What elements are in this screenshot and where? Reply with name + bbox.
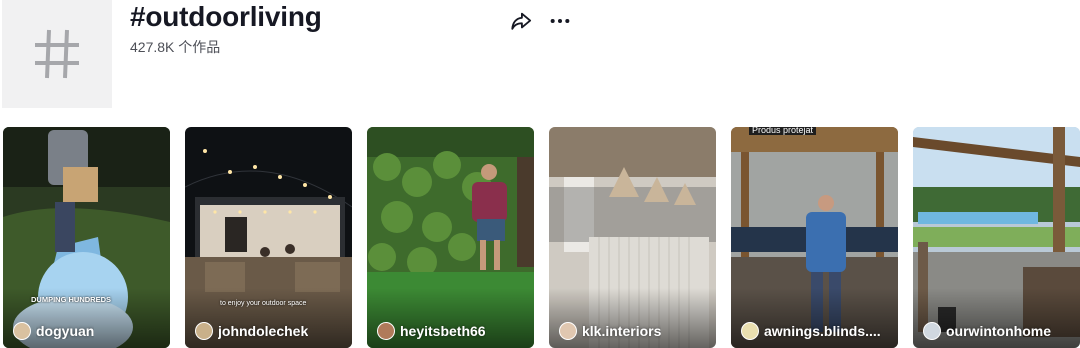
share-button[interactable]: [509, 9, 533, 33]
video-caption: Produs protejat: [749, 127, 817, 135]
username: heyitsbeth66: [400, 323, 486, 339]
username: ourwintonhome: [946, 323, 1051, 339]
avatar: [377, 322, 395, 340]
video-card-3[interactable]: heyitsbeth66: [367, 127, 534, 348]
video-card-6[interactable]: ourwintonhome: [913, 127, 1080, 348]
video-card-1[interactable]: DUMPING HUNDREDS dogyuan: [3, 127, 170, 348]
video-caption: to enjoy your outdoor space: [220, 300, 307, 307]
avatar: [195, 322, 213, 340]
video-author[interactable]: heyitsbeth66: [377, 322, 527, 340]
more-options-button[interactable]: [548, 9, 572, 33]
page-title: #outdoorliving: [130, 1, 322, 32]
video-card-5[interactable]: Produs protejat awnings.blinds....: [731, 127, 898, 348]
avatar: [559, 322, 577, 340]
video-author[interactable]: johndolechek: [195, 322, 345, 340]
avatar: [13, 322, 31, 340]
username: klk.interiors: [582, 323, 662, 339]
video-author[interactable]: dogyuan: [13, 322, 163, 340]
video-card-4[interactable]: klk.interiors: [549, 127, 716, 348]
hashtag-header: #outdoorliving 427.8K 个作品: [0, 0, 1080, 110]
username: dogyuan: [36, 323, 95, 339]
video-author[interactable]: ourwintonhome: [923, 322, 1073, 340]
username: johndolechek: [218, 323, 309, 339]
video-card-2[interactable]: to enjoy your outdoor space johndolechek: [185, 127, 352, 348]
more-horizontal-icon: [550, 18, 570, 24]
username: awnings.blinds....: [764, 323, 881, 339]
video-author[interactable]: awnings.blinds....: [741, 322, 891, 340]
hashtag-avatar: [2, 0, 112, 108]
video-count: 427.8K 个作品: [130, 39, 221, 55]
avatar: [923, 322, 941, 340]
video-author[interactable]: klk.interiors: [559, 322, 709, 340]
avatar: [741, 322, 759, 340]
hashtag-icon: [35, 29, 79, 79]
video-caption: DUMPING HUNDREDS: [31, 295, 112, 304]
video-grid: DUMPING HUNDREDS dogyuan to enjoy your o…: [3, 127, 1080, 348]
share-arrow-icon: [511, 12, 532, 30]
